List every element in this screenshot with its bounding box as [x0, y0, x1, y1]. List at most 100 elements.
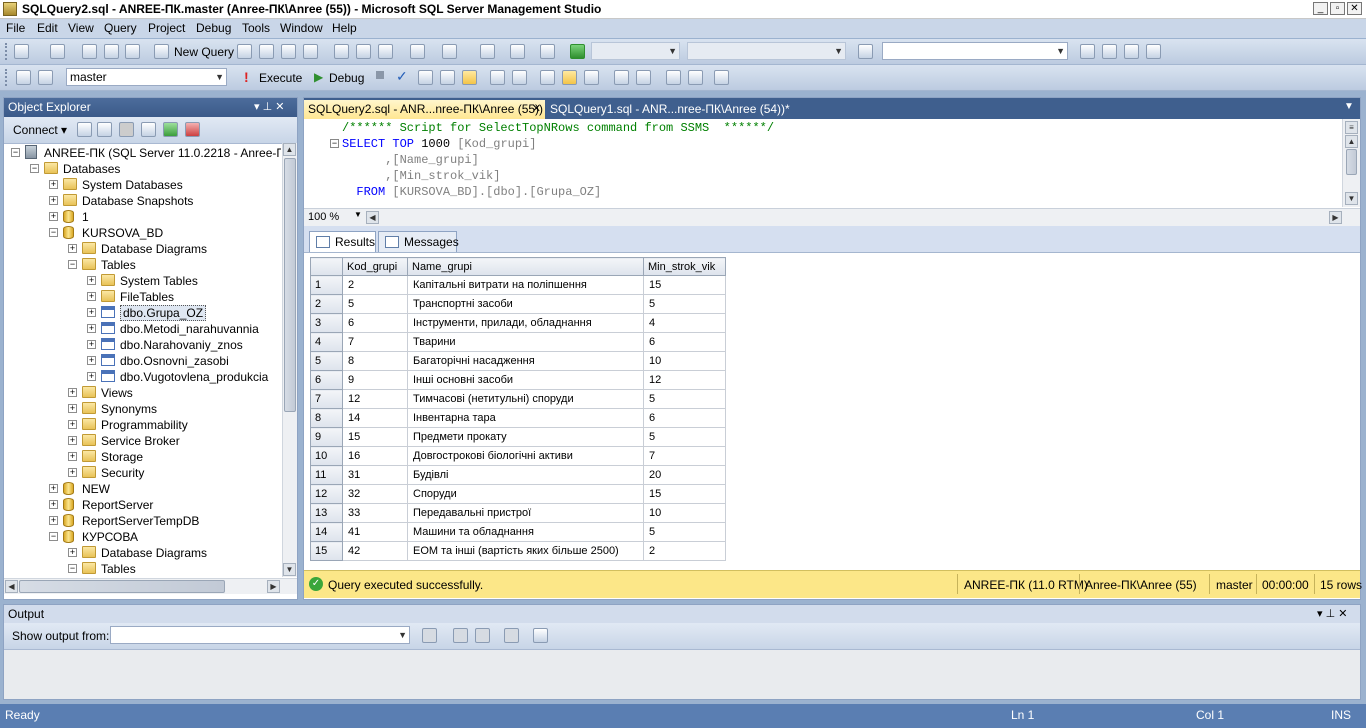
- table-row[interactable]: 6 9 Інші основні засоби 12: [310, 370, 726, 390]
- collapse-icon[interactable]: −: [11, 148, 20, 157]
- menu-help[interactable]: Help: [332, 21, 357, 35]
- menu-window[interactable]: Window: [280, 21, 323, 35]
- expand-icon[interactable]: +: [87, 276, 96, 285]
- results-grid-icon[interactable]: [562, 70, 577, 85]
- cell-kod-grupi[interactable]: 16: [342, 446, 408, 466]
- cell-name-grupi[interactable]: Довгострокові біологічні активи: [407, 446, 644, 466]
- cell-name-grupi[interactable]: Будівлі: [407, 465, 644, 485]
- tree-node[interactable]: + Security: [4, 465, 281, 481]
- row-number[interactable]: 14: [310, 522, 343, 542]
- collapse-icon[interactable]: −: [68, 260, 77, 269]
- tree-node[interactable]: − KURSOVA_BD: [4, 225, 281, 241]
- row-number[interactable]: 8: [310, 408, 343, 428]
- scroll-right-icon[interactable]: ▶: [267, 580, 280, 593]
- previous-message-icon[interactable]: [453, 628, 468, 643]
- tree-node[interactable]: + dbo.Osnovni_zasobi: [4, 353, 281, 369]
- scroll-up-icon[interactable]: ▲: [1345, 135, 1358, 148]
- cell-min-strok-vik[interactable]: 10: [643, 503, 726, 523]
- tree-node[interactable]: − ANREE-ПК (SQL Server 11.0.2218 - Anree-…: [4, 145, 281, 161]
- table-row[interactable]: 10 16 Довгострокові біологічні активи 7: [310, 446, 726, 466]
- row-number[interactable]: 9: [310, 427, 343, 447]
- zoom-level[interactable]: 100 %: [308, 211, 339, 223]
- next-message-icon[interactable]: [475, 628, 490, 643]
- navigate-icon[interactable]: [480, 44, 495, 59]
- registered-servers-icon[interactable]: [1080, 44, 1095, 59]
- tree-node[interactable]: − КУРСОВА: [4, 529, 281, 545]
- menu-file[interactable]: File: [6, 21, 25, 35]
- expand-icon[interactable]: +: [49, 516, 58, 525]
- xmla-query-icon[interactable]: [303, 44, 318, 59]
- collapse-icon[interactable]: −: [49, 228, 58, 237]
- table-row[interactable]: 9 15 Предмети прокату 5: [310, 427, 726, 447]
- toolbox-icon[interactable]: [1146, 44, 1161, 59]
- uncomment-icon[interactable]: [636, 70, 651, 85]
- results-to-grid-icon[interactable]: [462, 70, 477, 85]
- cell-min-strok-vik[interactable]: 15: [643, 484, 726, 504]
- table-row[interactable]: 11 31 Будівлі 20: [310, 465, 726, 485]
- close-icon[interactable]: ✕: [532, 100, 541, 118]
- tree-vertical-scrollbar[interactable]: ▲ ▼: [282, 143, 297, 577]
- find-icon[interactable]: [510, 44, 525, 59]
- cell-name-grupi[interactable]: Транспортні засоби: [407, 294, 644, 314]
- row-number[interactable]: 11: [310, 465, 343, 485]
- cell-kod-grupi[interactable]: 12: [342, 389, 408, 409]
- scroll-left-icon[interactable]: ◀: [366, 211, 379, 224]
- scroll-thumb[interactable]: [1346, 149, 1357, 175]
- expand-icon[interactable]: +: [87, 308, 96, 317]
- decrease-indent-icon[interactable]: [666, 70, 681, 85]
- row-number[interactable]: 1: [310, 275, 343, 295]
- cell-kod-grupi[interactable]: 32: [342, 484, 408, 504]
- tree-node[interactable]: + Programmability: [4, 417, 281, 433]
- execute-button[interactable]: Execute: [259, 71, 302, 85]
- split-icon[interactable]: ≡: [1345, 121, 1358, 134]
- connect-dropdown[interactable]: Connect ▾: [13, 123, 67, 137]
- toolbar-grip[interactable]: [5, 69, 10, 86]
- pane-controls[interactable]: ▾ ⊥ ✕: [254, 100, 284, 113]
- cell-min-strok-vik[interactable]: 12: [643, 370, 726, 390]
- copy-icon[interactable]: [356, 44, 371, 59]
- connect-icon[interactable]: [16, 70, 31, 85]
- cell-kod-grupi[interactable]: 14: [342, 408, 408, 428]
- expand-icon[interactable]: +: [87, 292, 96, 301]
- scroll-down-icon[interactable]: ▼: [1345, 192, 1358, 205]
- cell-kod-grupi[interactable]: 33: [342, 503, 408, 523]
- expand-icon[interactable]: +: [68, 388, 77, 397]
- word-wrap-icon[interactable]: [533, 628, 548, 643]
- column-header-name-grupi[interactable]: Name_grupi: [407, 257, 644, 276]
- new-query-icon[interactable]: [154, 44, 169, 59]
- cell-name-grupi[interactable]: Предмети прокату: [407, 427, 644, 447]
- tree-node[interactable]: + Storage: [4, 449, 281, 465]
- cell-min-strok-vik[interactable]: 2: [643, 541, 726, 561]
- cell-kod-grupi[interactable]: 7: [342, 332, 408, 352]
- collapse-icon[interactable]: −: [30, 164, 39, 173]
- cell-name-grupi[interactable]: Інвентарна тара: [407, 408, 644, 428]
- cell-name-grupi[interactable]: Інструменти, прилади, обладнання: [407, 313, 644, 333]
- menu-query[interactable]: Query: [104, 21, 137, 35]
- table-row[interactable]: 14 41 Машини та обладнання 5: [310, 522, 726, 542]
- table-row[interactable]: 3 6 Інструменти, прилади, обладнання 4: [310, 313, 726, 333]
- cell-kod-grupi[interactable]: 42: [342, 541, 408, 561]
- undo-icon[interactable]: [410, 44, 425, 59]
- menu-debug[interactable]: Debug: [196, 21, 231, 35]
- refresh-icon[interactable]: [163, 122, 178, 137]
- scroll-right-icon[interactable]: ▶: [1329, 211, 1342, 224]
- cell-name-grupi[interactable]: Тимчасові (нетитульні) споруди: [407, 389, 644, 409]
- expand-icon[interactable]: +: [68, 436, 77, 445]
- object-explorer-icon[interactable]: [1102, 44, 1117, 59]
- tree-node[interactable]: + ReportServer: [4, 497, 281, 513]
- pane-controls[interactable]: ▾ ⊥ ✕: [1317, 607, 1347, 620]
- paste-icon[interactable]: [378, 44, 393, 59]
- cell-name-grupi[interactable]: Багаторічні насадження: [407, 351, 644, 371]
- maximize-button[interactable]: ▫: [1330, 2, 1345, 15]
- mdx-query-icon[interactable]: [281, 44, 296, 59]
- sql-editor[interactable]: /****** Script for SelectTopNRows comman…: [304, 119, 1360, 207]
- go-to-message-icon[interactable]: [422, 628, 437, 643]
- cell-kod-grupi[interactable]: 8: [342, 351, 408, 371]
- expand-icon[interactable]: +: [68, 420, 77, 429]
- table-row[interactable]: 8 14 Інвентарна тара 6: [310, 408, 726, 428]
- tree-node[interactable]: + Database Diagrams: [4, 545, 281, 561]
- tree-node[interactable]: + dbo.Narahovaniy_znos: [4, 337, 281, 353]
- cell-min-strok-vik[interactable]: 5: [643, 427, 726, 447]
- tab-results[interactable]: Results: [309, 231, 376, 252]
- tree-node[interactable]: − Tables: [4, 561, 281, 577]
